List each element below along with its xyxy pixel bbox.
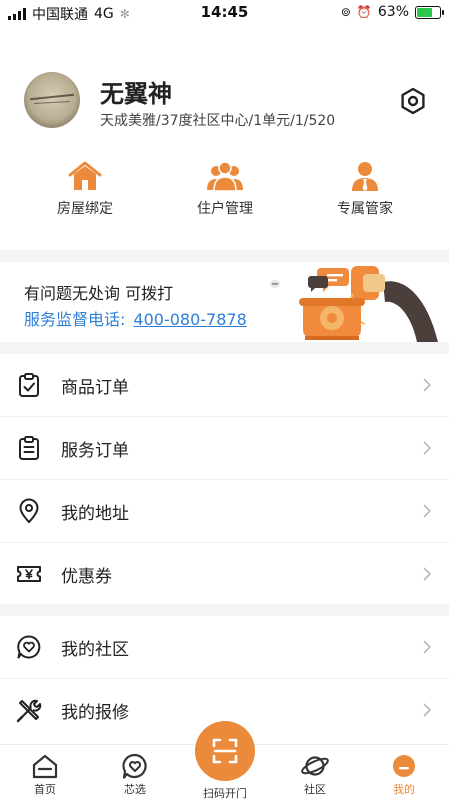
chevron-right-icon <box>423 640 431 654</box>
planet-icon <box>301 756 329 776</box>
profile-icon <box>393 755 415 777</box>
section-divider <box>0 342 449 354</box>
menu-item-coupons[interactable]: 优惠券 <box>0 543 449 605</box>
quick-resident-management[interactable]: 住户管理 <box>155 160 295 218</box>
menu-group-orders: 商品订单 服务订单 我的地址 优惠券 <box>0 354 449 605</box>
menu-item-my-address[interactable]: 我的地址 <box>0 480 449 543</box>
tab-label: 社区 <box>304 783 326 796</box>
menu-item-service-orders[interactable]: 服务订单 <box>0 417 449 480</box>
quick-label: 住户管理 <box>197 201 253 217</box>
quick-label: 专属管家 <box>337 201 393 217</box>
user-address: 天成美雅/37度社区中心/1单元/1/520 <box>100 113 336 129</box>
heart-chat-icon <box>17 635 41 659</box>
banner-line2: 服务监督电话: 400-080-7878 <box>24 306 247 330</box>
quick-house-binding[interactable]: 房屋绑定 <box>15 160 155 218</box>
status-right: ⊚ ⏰ 63% <box>340 4 444 20</box>
menu-item-my-community[interactable]: 我的社区 <box>0 616 449 679</box>
menu-label: 我的报修 <box>61 703 129 723</box>
heart-bubble-icon <box>122 753 147 779</box>
chevron-right-icon <box>423 703 431 717</box>
quick-label: 房屋绑定 <box>57 201 113 217</box>
tab-community[interactable]: 社区 <box>270 745 360 797</box>
location-pin-icon <box>19 498 39 523</box>
service-banner[interactable]: 有问题无处询 可拨打 服务监督电话: 400-080-7878 <box>0 262 449 342</box>
residents-icon <box>207 161 243 192</box>
menu-label: 我的地址 <box>61 504 129 524</box>
tab-label: 芯选 <box>124 783 146 796</box>
tab-label: 我的 <box>393 783 415 796</box>
user-name: 无翼神 <box>100 80 172 108</box>
clipboard-check-icon <box>19 373 39 397</box>
quick-exclusive-butler[interactable]: 专属管家 <box>295 160 435 218</box>
battery-icon <box>415 5 444 19</box>
butler-icon <box>352 162 378 191</box>
coupon-yen-icon <box>17 566 41 582</box>
clipboard-list-icon <box>19 436 39 460</box>
quick-actions: 房屋绑定 住户管理 专属管家 <box>0 160 449 232</box>
chevron-right-icon <box>423 378 431 392</box>
tab-selection[interactable]: 芯选 <box>90 745 180 797</box>
tab-mine[interactable]: 我的 <box>359 745 449 797</box>
home-icon <box>32 754 58 779</box>
menu-label: 服务订单 <box>61 441 129 461</box>
banner-phone-prefix: 服务监督电话: <box>24 310 126 329</box>
orientation-lock-icon: ⊚ <box>340 5 351 19</box>
menu-label: 优惠券 <box>61 567 112 587</box>
battery-percent: 63% <box>377 4 409 20</box>
banner-phone-link[interactable]: 400-080-7878 <box>133 310 246 329</box>
banner-line1: 有问题无处询 可拨打 <box>24 284 174 303</box>
scan-tab-label[interactable]: 扫码开门 <box>180 785 270 801</box>
tab-home[interactable]: 首页 <box>0 745 90 797</box>
avatar[interactable] <box>24 72 80 128</box>
chevron-right-icon <box>423 441 431 455</box>
tab-label: 首页 <box>34 783 56 796</box>
profile-header: 无翼神 天成美雅/37度社区中心/1单元/1/520 <box>0 66 449 136</box>
section-divider <box>0 604 449 616</box>
telephone-illustration <box>270 266 438 342</box>
menu-label: 我的社区 <box>61 640 129 660</box>
alarm-icon: ⏰ <box>356 5 372 19</box>
status-bar: 中国联通 4G ✻ 14:45 ⊚ ⏰ 63% <box>0 0 449 24</box>
settings-icon[interactable] <box>398 86 428 116</box>
chevron-right-icon <box>423 504 431 518</box>
chevron-right-icon <box>423 567 431 581</box>
scan-icon <box>212 738 238 764</box>
menu-label: 商品订单 <box>61 378 129 398</box>
menu-item-product-orders[interactable]: 商品订单 <box>0 354 449 417</box>
bottom-tab-bar: 首页 芯选 扫码开门 社区 我的 <box>0 721 449 801</box>
tools-icon <box>16 699 42 723</box>
section-divider <box>0 250 449 262</box>
house-icon <box>68 161 102 190</box>
scan-open-door-button[interactable] <box>195 721 255 781</box>
